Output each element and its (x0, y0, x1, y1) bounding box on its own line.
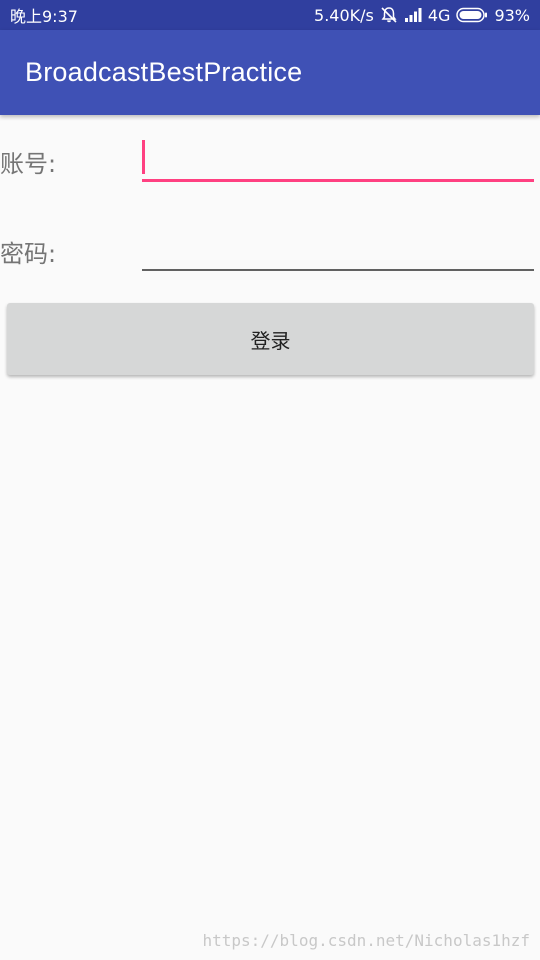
status-time: 晚上9:37 (10, 7, 78, 26)
account-input[interactable] (142, 139, 534, 179)
account-input-underline (142, 179, 534, 182)
password-row: 密码: (0, 225, 540, 285)
password-label: 密码: (0, 240, 57, 268)
app-bar: BroadcastBestPractice (0, 30, 540, 115)
password-input-underline (142, 269, 534, 271)
battery-level: 93% (494, 5, 530, 25)
signal-icon (404, 7, 422, 23)
network-type: 4G (427, 5, 451, 25)
status-indicators: 5.40K/s 4G 93% (314, 6, 530, 25)
status-bar: 晚上9:37 5.40K/s 4G 93% (0, 0, 540, 30)
app-title: BroadcastBestPractice (25, 57, 303, 87)
account-label: 账号: (0, 150, 57, 178)
network-speed: 5.40K/s (314, 5, 374, 25)
password-input[interactable] (142, 229, 534, 269)
bell-off-icon (380, 6, 398, 24)
watermark: https://blog.csdn.net/Nicholas1hzf (202, 931, 530, 950)
account-row: 账号: (0, 135, 540, 195)
login-button[interactable]: 登录 (7, 303, 534, 375)
battery-icon (456, 7, 488, 23)
